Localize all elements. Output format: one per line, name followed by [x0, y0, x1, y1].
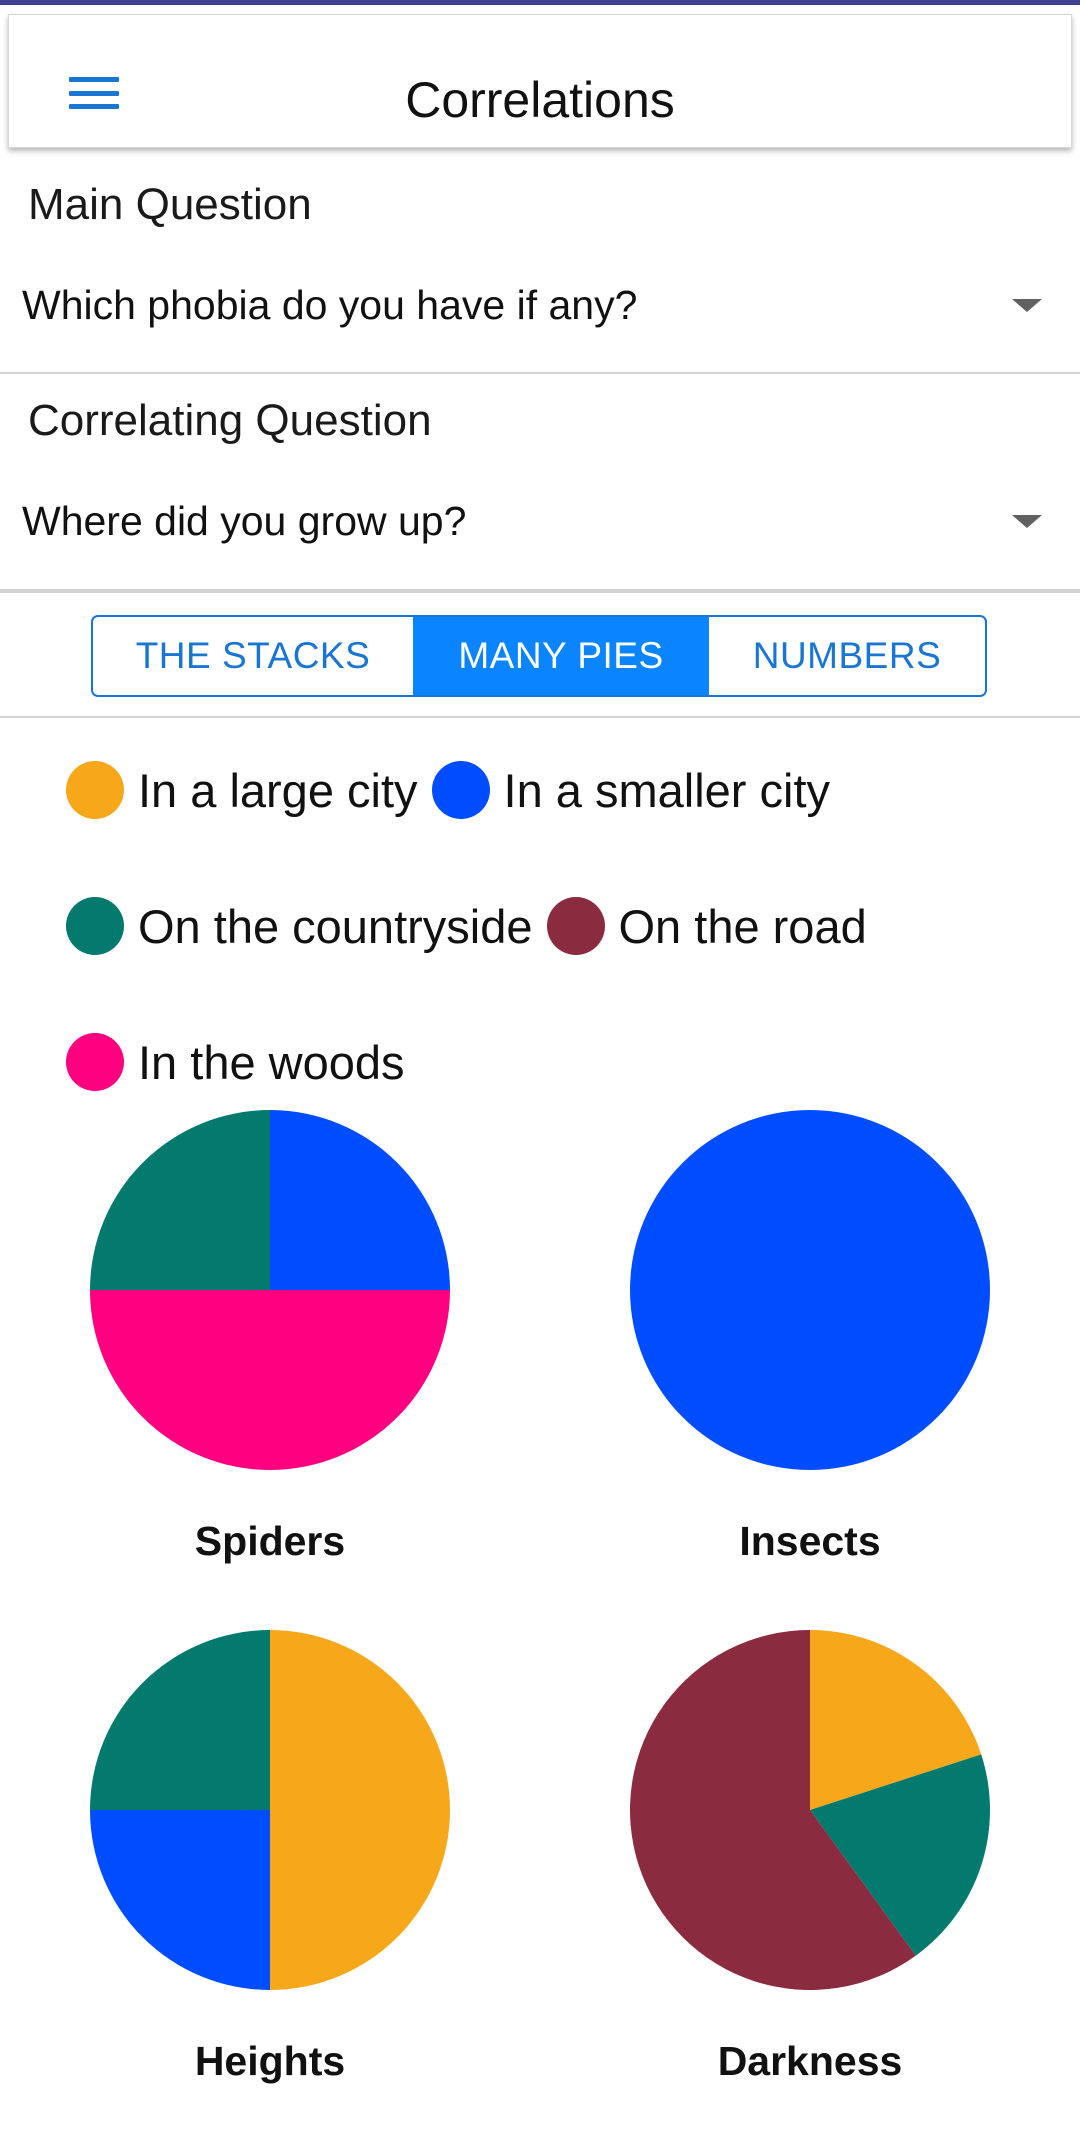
- legend-label: In a large city: [138, 763, 418, 817]
- pie-chart-title: Darkness: [717, 2038, 903, 2084]
- dropdown-arrow-icon: [1012, 298, 1042, 312]
- divider: [0, 589, 1080, 593]
- pie-slice-in-a-large-city: [270, 1630, 450, 1990]
- legend-label: On the road: [618, 899, 867, 953]
- legend-item: In a large city: [66, 758, 418, 822]
- correlating-question-label: Correlating Question: [28, 396, 432, 445]
- legend-item: In the woods: [66, 1030, 405, 1094]
- legend-item: On the countryside: [66, 894, 533, 958]
- pie-chart-title: Heights: [194, 2038, 346, 2084]
- pie-slice-in-a-smaller-city: [270, 1110, 450, 1290]
- legend-item: On the road: [546, 894, 867, 958]
- pie-chart-heights: Heights: [90, 1630, 450, 2085]
- main-question-label: Main Question: [28, 180, 312, 229]
- tab-numbers[interactable]: NUMBERS: [709, 617, 985, 695]
- pie-chart-title: Insects: [739, 1518, 881, 1564]
- pie-chart-svg: [90, 1630, 450, 1990]
- chart-legend: In a large city In a smaller city On the…: [66, 758, 1046, 1094]
- pie-chart-svg: [630, 1630, 990, 1990]
- divider: [0, 372, 1080, 374]
- correlating-question-select[interactable]: Where did you grow up?: [22, 486, 1052, 556]
- legend-label: In a smaller city: [503, 763, 831, 817]
- tab-many-pies[interactable]: MANY PIES: [413, 617, 709, 695]
- legend-label: In the woods: [138, 1035, 405, 1089]
- legend-swatch: [431, 761, 490, 819]
- pie-chart-title: Spiders: [194, 1518, 346, 1564]
- legend-swatch: [66, 1033, 124, 1091]
- legend-swatch: [66, 897, 124, 955]
- pie-slice-on-the-countryside: [90, 1110, 270, 1290]
- status-accent-bar: [0, 0, 1080, 5]
- divider: [0, 716, 1080, 718]
- legend-label: On the countryside: [138, 899, 533, 953]
- legend-item: In a smaller city: [431, 758, 831, 822]
- page-title: Correlations: [405, 72, 675, 128]
- pie-chart-darkness: Darkness: [630, 1630, 990, 2085]
- tab-the-stacks[interactable]: THE STACKS: [93, 617, 413, 695]
- dropdown-arrow-icon: [1012, 514, 1042, 528]
- pie-chart-svg: [90, 1110, 450, 1470]
- pie-slice-in-a-smaller-city: [90, 1810, 270, 1990]
- correlating-question-value: Where did you grow up?: [22, 497, 467, 544]
- legend-swatch: [66, 761, 124, 819]
- chart-mode-tabs: THE STACKS MANY PIES NUMBERS: [91, 615, 987, 697]
- main-question-value: Which phobia do you have if any?: [22, 281, 638, 328]
- pie-chart-svg: [630, 1110, 990, 1470]
- pie-slice-on-the-countryside: [90, 1630, 270, 1810]
- app-bar: Correlations: [8, 14, 1072, 148]
- legend-swatch: [546, 897, 605, 955]
- pie-slice-in-a-smaller-city: [630, 1110, 990, 1470]
- pie-slice-in-the-woods: [90, 1290, 450, 1470]
- pie-chart-insects: Insects: [630, 1110, 990, 1565]
- main-question-select[interactable]: Which phobia do you have if any?: [22, 270, 1052, 340]
- pie-chart-spiders: Spiders: [90, 1110, 450, 1565]
